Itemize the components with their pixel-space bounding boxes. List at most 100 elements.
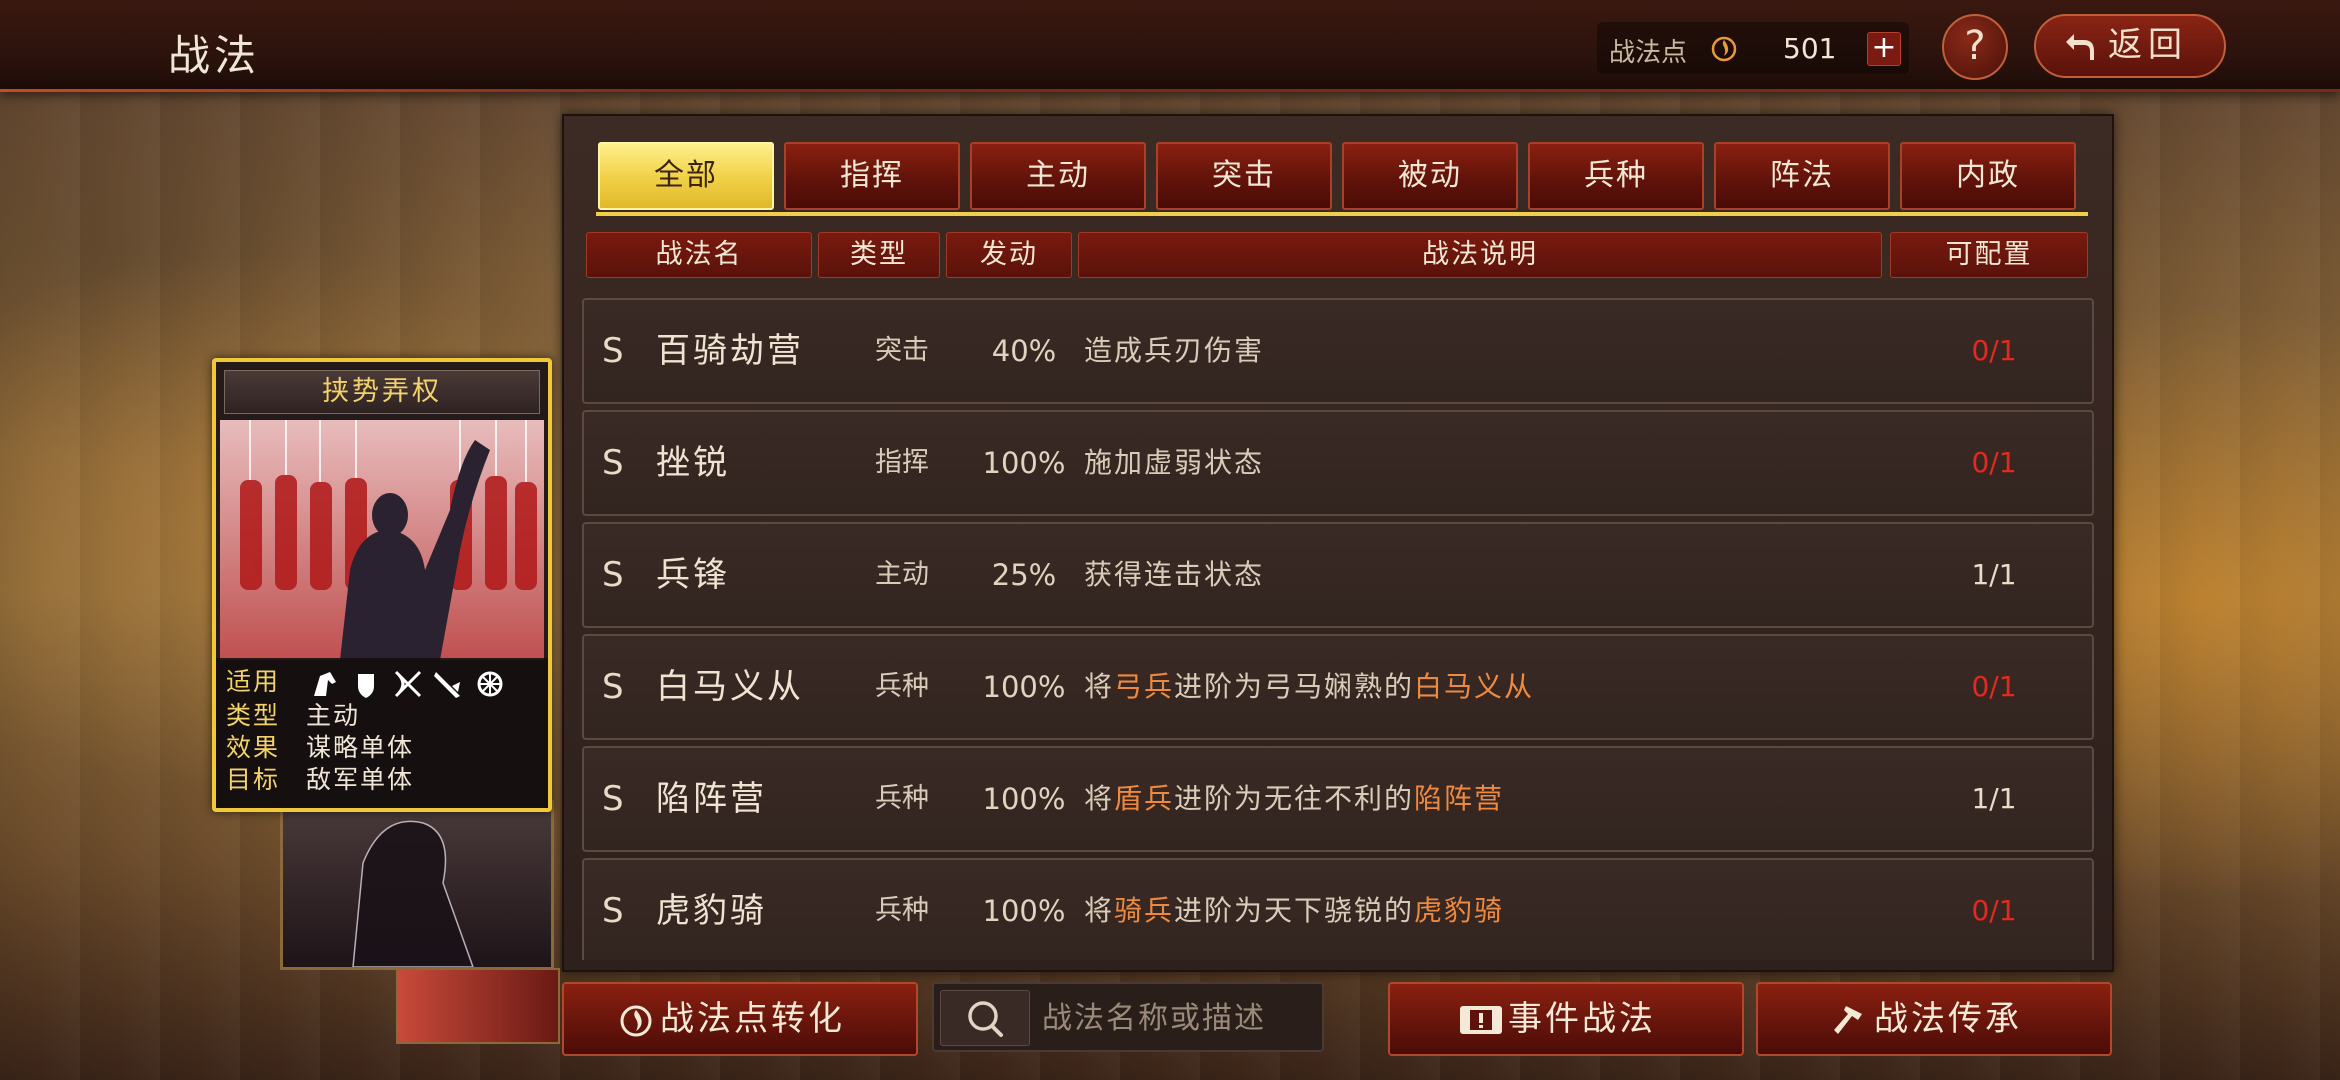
column-header-description: 战法说明 — [1078, 232, 1882, 278]
back-button[interactable]: 返回 — [2034, 14, 2226, 78]
desc-highlight: 虎豹骑 — [1414, 894, 1505, 927]
tab-domestic[interactable]: 内政 — [1900, 142, 2076, 210]
desc-highlight: 弓兵 — [1114, 670, 1175, 703]
inherit-tactics-button[interactable]: 战法传承 — [1756, 982, 2112, 1056]
config-count: 0/1 — [1971, 894, 2017, 927]
search-box[interactable] — [932, 982, 1324, 1052]
grade-label: S — [602, 667, 624, 707]
flame-icon — [1711, 36, 1737, 62]
tactic-description: 获得连击状态 — [1084, 524, 1264, 626]
effect-value: 谋略单体 — [306, 733, 415, 762]
desc-text: 进阶为天下骁锐的 — [1174, 894, 1415, 927]
desc-highlight: 盾兵 — [1114, 782, 1175, 815]
config-count: 0/1 — [1971, 670, 2017, 703]
tactic-rate: 100% — [982, 782, 1066, 816]
convert-points-label: 战法点转化 — [660, 999, 845, 1039]
back-arrow-icon — [2066, 34, 2094, 60]
unit-type-icons — [314, 670, 503, 698]
grade-label: S — [602, 443, 624, 483]
desc-text: 将 — [1084, 782, 1115, 815]
tactic-type: 兵种 — [875, 783, 929, 814]
tab-active[interactable]: 主动 — [970, 142, 1146, 210]
tactic-name: 陷阵营 — [656, 779, 767, 819]
back-label: 返回 — [2108, 25, 2188, 65]
convert-points-button[interactable]: 战法点转化 — [562, 982, 918, 1056]
spear-icon — [434, 672, 460, 698]
search-button[interactable] — [940, 990, 1030, 1046]
tab-troop-type[interactable]: 兵种 — [1528, 142, 1704, 210]
table-row[interactable]: S 虎豹骑 兵种 100% 将骑兵进阶为天下骁锐的虎豹骑 0/1 — [582, 858, 2094, 960]
hammer-icon — [1834, 1006, 1862, 1034]
tactic-name: 虎豹骑 — [656, 891, 767, 931]
desc-highlight: 骑兵 — [1114, 894, 1175, 927]
top-bar: 战法 战法点 501 + ? 返回 — [0, 0, 2340, 92]
card-title: 挟势弄权 — [224, 370, 540, 414]
tab-formation[interactable]: 阵法 — [1714, 142, 1890, 210]
tactic-description: 将盾兵进阶为无往不利的陷阵营 — [1084, 748, 1504, 850]
apply-key: 适用 — [226, 667, 281, 696]
points-label: 战法点 — [1609, 38, 1688, 68]
tactic-description: 造成兵刃伤害 — [1084, 300, 1264, 402]
silhouette-art — [352, 820, 475, 968]
page-title: 战法 — [168, 31, 261, 80]
card-artwork — [220, 420, 544, 660]
card-stack-back — [280, 800, 554, 970]
config-count: 1/1 — [1971, 782, 2017, 815]
desc-text: 获得连击状态 — [1084, 558, 1265, 591]
search-icon — [968, 1001, 1003, 1037]
search-input[interactable] — [1042, 992, 1312, 1044]
inherit-tactics-label: 战法传承 — [1874, 999, 2022, 1039]
tactic-rate: 100% — [982, 894, 1066, 928]
tab-underline — [596, 212, 2088, 216]
tactic-rate: 100% — [982, 670, 1066, 704]
grade-label: S — [602, 779, 624, 819]
card-apply-row: 适用 — [226, 666, 306, 698]
table-row[interactable]: S 陷阵营 兵种 100% 将盾兵进阶为无往不利的陷阵营 1/1 — [582, 746, 2094, 852]
cavalry-icon — [314, 672, 336, 696]
table-row[interactable]: S 百骑劫营 突击 40% 造成兵刃伤害 0/1 — [582, 298, 2094, 404]
desc-highlight: 白马义从 — [1414, 670, 1535, 703]
event-tactics-button[interactable]: 事件战法 — [1388, 982, 1744, 1056]
help-button[interactable]: ? — [1942, 14, 2008, 80]
archer-icon — [394, 670, 422, 698]
tab-command[interactable]: 指挥 — [784, 142, 960, 210]
tactic-name: 挫锐 — [656, 443, 730, 483]
tactic-type: 兵种 — [875, 895, 929, 926]
tactic-rate: 40% — [991, 334, 1057, 368]
card-target-row: 目标 敌军单体 — [226, 764, 414, 796]
card-type-row: 类型 主动 — [226, 700, 360, 732]
table-row[interactable]: S 挫锐 指挥 100% 施加虚弱状态 0/1 — [582, 410, 2094, 516]
tactic-type: 突击 — [875, 335, 929, 366]
shield-icon — [358, 674, 374, 698]
tab-all[interactable]: 全部 — [598, 142, 774, 210]
desc-text: 将 — [1084, 894, 1115, 927]
column-header-rate[interactable]: 发动 — [946, 232, 1072, 278]
tactics-list[interactable]: S 百骑劫营 突击 40% 造成兵刃伤害 0/1 S 挫锐 指挥 100% 施加… — [580, 288, 2096, 960]
column-header-config[interactable]: 可配置 — [1890, 232, 2088, 278]
table-row[interactable]: S 白马义从 兵种 100% 将弓兵进阶为弓马娴熟的白马义从 0/1 — [582, 634, 2094, 740]
card-info: 适用 类型 主动 效果 谋略单体 目标 敌军单体 — [216, 658, 548, 808]
event-scroll-icon — [1460, 1006, 1502, 1034]
grade-label: S — [602, 891, 624, 931]
config-count: 0/1 — [1971, 446, 2017, 479]
tab-assault[interactable]: 突击 — [1156, 142, 1332, 210]
flame-icon — [620, 1005, 652, 1037]
grade-label: S — [602, 331, 624, 371]
tactic-preview-card[interactable]: 挟势弄权 适用 类型 主动 效果 谋略单体 目标 敌军单体 — [212, 358, 552, 812]
event-tactics-label: 事件战法 — [1508, 999, 1656, 1039]
tactic-description: 施加虚弱状态 — [1084, 412, 1264, 514]
column-header-name[interactable]: 战法名 — [586, 232, 812, 278]
tactic-description: 将弓兵进阶为弓马娴熟的白马义从 — [1084, 636, 1534, 738]
type-key: 类型 — [226, 701, 281, 730]
add-points-button[interactable]: + — [1867, 32, 1901, 66]
config-count: 1/1 — [1971, 558, 2017, 591]
desc-text: 将 — [1084, 670, 1115, 703]
points-value: 501 — [1783, 32, 1837, 65]
desc-text: 造成兵刃伤害 — [1084, 334, 1265, 367]
target-value: 敌军单体 — [306, 765, 415, 794]
tactic-type: 指挥 — [875, 447, 929, 478]
column-header-type[interactable]: 类型 — [818, 232, 940, 278]
tab-passive[interactable]: 被动 — [1342, 142, 1518, 210]
table-row[interactable]: S 兵锋 主动 25% 获得连击状态 1/1 — [582, 522, 2094, 628]
tactic-points-display: 战法点 501 + — [1597, 22, 1909, 74]
